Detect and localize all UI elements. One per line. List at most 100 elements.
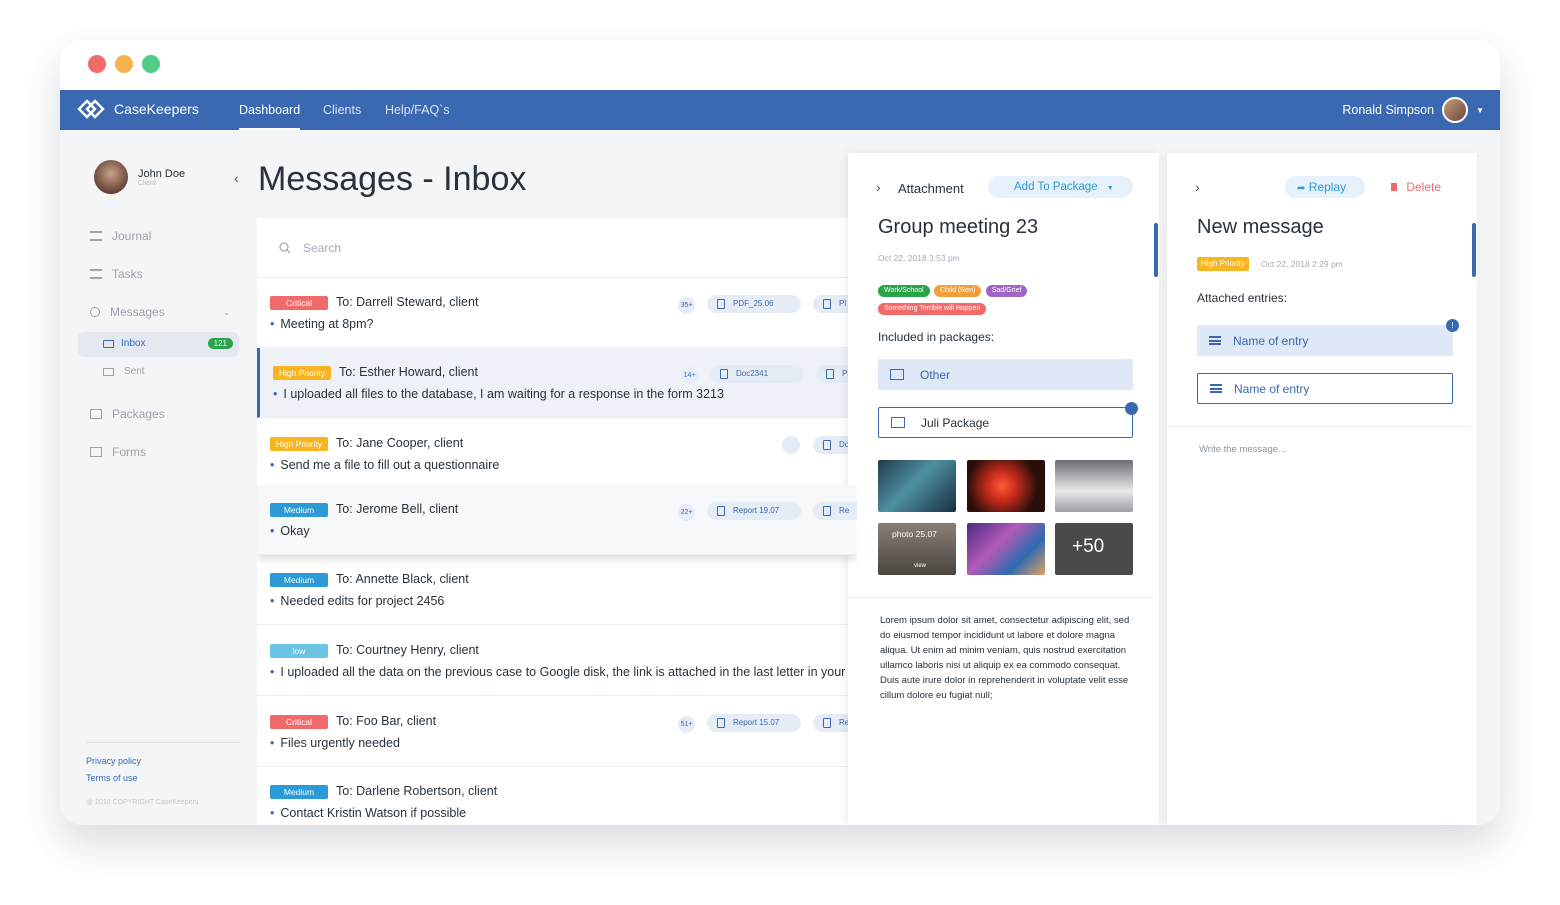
tag-child[interactable]: Child (Ren): [934, 285, 982, 297]
thumbnail-photo[interactable]: [967, 460, 1045, 512]
count-badge: 51+: [678, 716, 695, 733]
attachment-title: Group meeting 23: [878, 216, 1039, 238]
package-other[interactable]: Other: [878, 359, 1133, 390]
brand[interactable]: CaseKeepers: [76, 98, 199, 120]
file-icon: [823, 440, 831, 450]
count-badge: 35+: [678, 297, 695, 314]
sidebar-item-label: Inbox: [121, 338, 146, 349]
chevron-right-icon[interactable]: ›: [876, 179, 881, 195]
message-row[interactable]: Critical To: Foo Bar, client Files urgentl…: [257, 697, 857, 767]
message-recipient: To: Jerome Bell, client: [336, 502, 459, 516]
entry-item[interactable]: Name of entry !: [1197, 319, 1459, 356]
message-input[interactable]: Write the message...: [1199, 444, 1286, 455]
sent-icon: [103, 367, 114, 376]
file-chip[interactable]: Re: [813, 502, 857, 520]
profile[interactable]: John Doe Client: [94, 160, 185, 194]
file-icon: [717, 299, 725, 309]
message-row[interactable]: Medium To: Annette Black, client Needed ed…: [257, 555, 857, 625]
sidebar-item-forms[interactable]: Forms: [90, 445, 146, 459]
file-chip[interactable]: PDF_25.06: [707, 295, 801, 313]
nav-dashboard[interactable]: Dashboard: [239, 90, 301, 130]
more-count: +50: [1072, 536, 1105, 557]
lock-icon: [1125, 402, 1138, 415]
message-recipient: To: Darlene Robertson, client: [336, 784, 498, 798]
file-chip[interactable]: Report 15.07: [707, 714, 801, 732]
sidebar-item-tasks[interactable]: Tasks: [90, 267, 143, 281]
file-label: Report 19.07: [733, 506, 780, 515]
file-icon: [823, 718, 831, 728]
delete-button[interactable]: Delete: [1391, 180, 1441, 194]
message-row[interactable]: Medium To: Darlene Robertson, client Conta…: [257, 767, 857, 825]
archive-icon: [891, 417, 905, 428]
trash-icon[interactable]: [782, 436, 800, 454]
sidebar-item-packages[interactable]: Packages: [90, 407, 165, 421]
nav-clients[interactable]: Clients: [323, 90, 361, 130]
message-row[interactable]: low To: Courtney Henry, client I uploaded …: [257, 626, 857, 696]
new-message-date: Oct 22, 2018 2:29 pm: [1261, 259, 1343, 269]
file-icon: [720, 369, 728, 379]
tag-work[interactable]: Work/School: [878, 285, 930, 297]
sidebar-item-messages[interactable]: Messages ⌄: [90, 305, 230, 319]
file-chip[interactable]: Report 19.07: [707, 502, 801, 520]
message-row[interactable]: High Priority To: Jane Cooper, client Send…: [257, 419, 857, 489]
sidebar-item-label: Forms: [112, 445, 146, 459]
search-input[interactable]: Search: [303, 241, 341, 255]
message-row[interactable]: High Priority To: Esther Howard, client I …: [257, 348, 857, 418]
maximize-window-dot[interactable]: [142, 55, 160, 73]
thumbnail-more[interactable]: +50: [1055, 523, 1133, 575]
tag-terrible[interactable]: Something Terrible will Happen: [878, 303, 987, 315]
message-recipient: To: Darrell Steward, client: [336, 295, 479, 309]
attachment-date: Oct 22, 2018 3:53 pm: [878, 253, 960, 263]
tag-sad[interactable]: Sad/Grief: [985, 285, 1028, 297]
priority-tag: Critical: [270, 715, 328, 729]
replay-button[interactable]: ➦ Replay: [1285, 176, 1365, 198]
add-to-package-label: Add To Package: [1014, 181, 1098, 193]
thumbnail-photo[interactable]: photo 25.07 view: [878, 523, 956, 575]
top-navigation: CaseKeepers Dashboard Clients Help/FAQ`s…: [60, 90, 1500, 130]
user-name: Ronald Simpson: [1342, 103, 1435, 117]
message-row[interactable]: Medium To: Jerome Bell, client Okay 22+ Repo…: [257, 485, 857, 555]
priority-badge: High Priority: [1197, 257, 1249, 271]
sidebar-item-inbox[interactable]: Inbox 121: [78, 332, 239, 357]
logo-icon: [77, 99, 105, 119]
priority-tag: High Priority: [273, 366, 331, 380]
minimize-window-dot[interactable]: [115, 55, 133, 73]
user-menu[interactable]: Ronald Simpson ▼: [1342, 97, 1484, 123]
list-icon: [1210, 384, 1222, 393]
message-preview: Contact Kristin Watson if possible: [270, 806, 466, 820]
privacy-link[interactable]: Privacy policy: [86, 756, 141, 766]
scrollbar[interactable]: [1472, 223, 1476, 277]
message-row[interactable]: Critical To: Darrell Steward, client Meeti…: [257, 278, 857, 348]
thumbnail-photo[interactable]: [1055, 460, 1133, 512]
sidebar-item-label: Packages: [112, 407, 165, 421]
chevron-right-icon[interactable]: ›: [1195, 179, 1200, 195]
file-chip[interactable]: Doc2341: [710, 365, 804, 383]
replay-label: Replay: [1308, 180, 1347, 194]
priority-tag: low: [270, 644, 328, 658]
close-window-dot[interactable]: [88, 55, 106, 73]
message-recipient: To: Foo Bar, client: [336, 714, 437, 728]
search-bar[interactable]: Search: [257, 218, 857, 278]
sidebar-item-sent[interactable]: Sent: [103, 366, 145, 377]
message-preview: I uploaded all files to the database, I …: [273, 387, 724, 401]
thumbnail-photo[interactable]: [967, 523, 1045, 575]
nav-help[interactable]: Help/FAQ`s: [385, 90, 450, 130]
brand-name: CaseKeepers: [114, 101, 199, 117]
delete-label: Delete: [1406, 180, 1442, 194]
search-icon: [279, 241, 291, 253]
package-juli[interactable]: Juli Package: [878, 402, 1138, 438]
copyright: @ 2018 COPYRIGHT CaseKeepers: [86, 799, 199, 806]
file-label: Doc2341: [736, 369, 769, 378]
chevron-left-icon[interactable]: ‹: [234, 170, 239, 186]
info-icon: !: [1446, 319, 1459, 332]
thumbnail-photo[interactable]: [878, 460, 956, 512]
scrollbar[interactable]: [1154, 223, 1158, 277]
priority-tag: Critical: [270, 296, 328, 310]
terms-link[interactable]: Terms of use: [86, 773, 138, 783]
sidebar-item-journal[interactable]: Journal: [90, 229, 151, 243]
entry-item[interactable]: Name of entry: [1197, 373, 1453, 404]
page-title: Messages - Inbox: [258, 160, 527, 198]
add-to-package-button[interactable]: Add To Package ▼: [988, 176, 1133, 198]
new-message-title: New message: [1197, 216, 1324, 238]
priority-tag: Medium: [270, 785, 328, 799]
